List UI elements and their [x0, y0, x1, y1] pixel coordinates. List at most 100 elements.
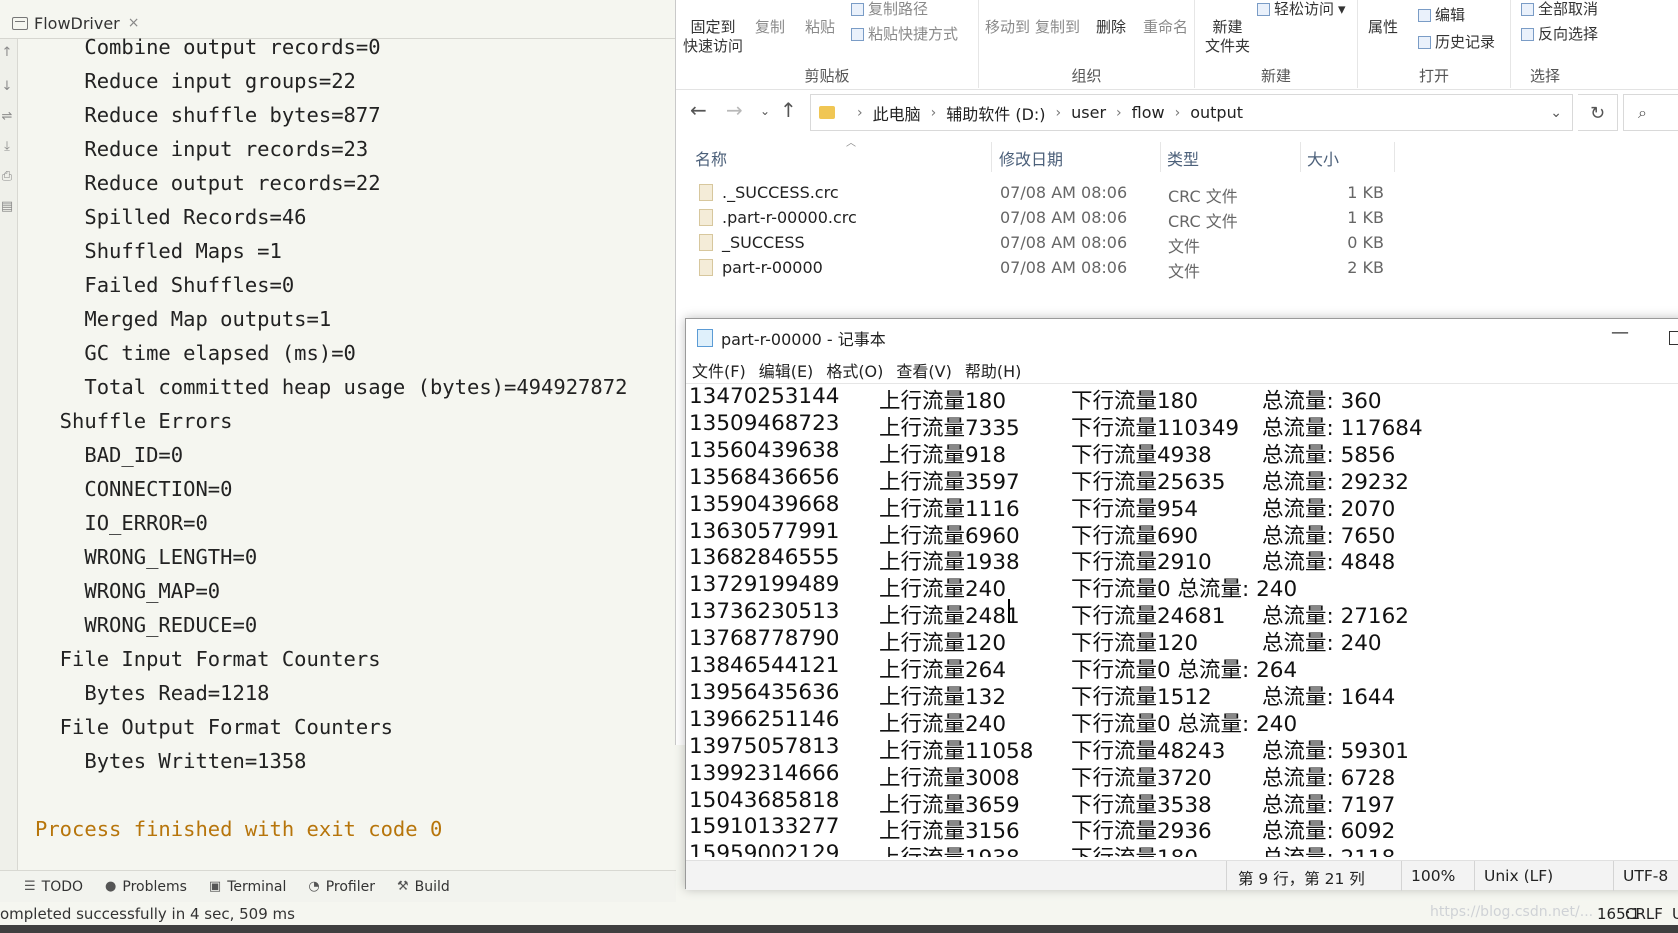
select-group: 全部取消 反向选择 选择 — [1511, 0, 1678, 88]
clipboard-group-label: 剪贴板 — [804, 67, 850, 85]
rename-button[interactable]: 重命名 — [1143, 18, 1188, 37]
scroll-to-end-icon[interactable]: ⤓ — [0, 139, 14, 154]
menu-item-4[interactable]: 帮助(H) — [965, 358, 1022, 382]
copy-to-button[interactable]: 复制到 — [1035, 18, 1080, 37]
file-row[interactable]: part-r-00000 07/08 AM 08:06 文件 2 KB — [676, 255, 1678, 281]
down-arrow-icon[interactable]: ↓ — [0, 79, 14, 94]
up-arrow-icon[interactable]: ↑ — [780, 98, 797, 122]
tool-window-terminal[interactable]: ▣ Terminal — [209, 879, 286, 895]
soft-wrap-icon[interactable]: ⇌ — [0, 109, 14, 124]
notepad-icon — [697, 329, 713, 347]
line-separator[interactable]: CRLF — [1625, 902, 1663, 926]
breadcrumb-3[interactable]: flow — [1132, 103, 1165, 122]
breadcrumb-0[interactable]: 此电脑 — [873, 101, 921, 125]
chevron-right-icon[interactable]: › — [931, 105, 937, 121]
delete-button[interactable]: 删除 — [1096, 18, 1126, 37]
recent-chevron-icon[interactable]: ⌄ — [760, 104, 770, 118]
paste-button[interactable]: 粘贴 — [805, 18, 835, 37]
address-bar[interactable]: › 此电脑 › 辅助软件 (D:) › user › flow › output ⌄ — [810, 94, 1573, 131]
file-type: 文件 — [1168, 262, 1201, 281]
console-line: Reduce output records=22 — [35, 171, 381, 195]
back-arrow-icon[interactable]: ← — [690, 98, 707, 122]
file-size: 1 KB — [1347, 208, 1384, 227]
phone-number: 15910133277 — [689, 814, 840, 840]
tool-window-label: TODO — [41, 878, 84, 895]
console-toolbar: ↑ ↓ ⇌ ⤓ ⎙ ▤ — [0, 39, 18, 870]
chevron-right-icon[interactable]: › — [1116, 105, 1122, 121]
paste-shortcut-button[interactable]: 粘贴快捷方式 — [851, 25, 958, 44]
menu-item-3[interactable]: 查看(V) — [896, 358, 951, 382]
menu-item-2[interactable]: 格式(O) — [826, 358, 883, 382]
copy-path-button[interactable]: 复制路径 — [851, 0, 928, 19]
column-name[interactable]: 名称 — [695, 146, 727, 170]
phone-number: 13768778790 — [689, 626, 840, 652]
column-divider — [1394, 142, 1395, 172]
file-row[interactable]: _SUCCESS 07/08 AM 08:06 文件 0 KB — [676, 230, 1678, 256]
console-line: Bytes Written=1358 — [35, 749, 307, 773]
encoding-indicator[interactable]: U — [1672, 902, 1678, 926]
phone-number: 13956435636 — [689, 679, 840, 705]
chevron-down-icon[interactable]: ⌄ — [1550, 105, 1562, 121]
easy-access-button[interactable]: 轻松访问 ▾ — [1257, 0, 1346, 19]
close-icon[interactable]: × — [128, 15, 140, 31]
file-icon — [699, 259, 713, 276]
tool-window-build[interactable]: ⚒ Build — [397, 879, 450, 895]
properties-button[interactable]: 属性 — [1368, 18, 1398, 37]
text-line: 15910133277 上行流量3156 下行流量2936 总流量: 6092 — [689, 814, 1678, 844]
move-to-button[interactable]: 移动到 — [985, 18, 1030, 37]
minimize-icon[interactable]: — — [1611, 322, 1629, 343]
file-row[interactable]: ._SUCCESS.crc 07/08 AM 08:06 CRC 文件 1 KB — [676, 180, 1678, 206]
text-line: 15043685818 上行流量3659 下行流量3538 总流量: 7197 — [689, 788, 1678, 818]
text-line: 13975057813 上行流量11058 下行流量48243 总流量: 59301 — [689, 734, 1678, 764]
breadcrumb-1[interactable]: 辅助软件 (D:) — [946, 101, 1045, 125]
print-icon[interactable]: ⎙ — [0, 169, 14, 184]
new-folder-label-line2: 文件夹 — [1205, 37, 1251, 55]
folder-icon — [819, 106, 835, 119]
phone-number: 13736230513 — [689, 599, 840, 625]
tool-window-problems[interactable]: ● Problems — [105, 879, 187, 895]
text-line: 13560439638 上行流量918 下行流量4938 总流量: 5856 — [689, 438, 1678, 468]
copy-button[interactable]: 复制 — [755, 18, 785, 37]
column-size[interactable]: 大小 — [1307, 146, 1339, 170]
forward-arrow-icon[interactable]: → — [726, 98, 743, 122]
run-console-output[interactable]: Combine output records=0 Reduce input gr… — [35, 30, 627, 846]
watermark: https://blog.csdn.net/... — [1430, 904, 1594, 920]
history-label: 历史记录 — [1435, 33, 1496, 51]
notepad-title-bar[interactable]: part-r-00000 - 记事本 — — [686, 319, 1678, 357]
invert-selection-button[interactable]: 反向选择 — [1521, 25, 1598, 44]
sort-ascending-icon: ︿ — [846, 138, 856, 149]
phone-number: 13966251146 — [689, 706, 840, 732]
menu-item-1[interactable]: 编辑(E) — [759, 358, 814, 382]
chevron-right-icon[interactable]: › — [857, 105, 863, 121]
edit-button[interactable]: 编辑 — [1418, 6, 1465, 25]
console-line: GC time elapsed (ms)=0 — [35, 341, 356, 365]
ide-status-message: ompleted successfully in 4 sec, 509 ms — [0, 905, 295, 923]
up-arrow-icon[interactable]: ↑ — [0, 45, 14, 60]
history-button[interactable]: 历史记录 — [1418, 33, 1495, 52]
file-size: 0 KB — [1347, 233, 1384, 252]
new-folder-button[interactable]: 新建 文件夹 — [1205, 18, 1250, 56]
breadcrumb-4[interactable]: output — [1190, 103, 1243, 122]
console-line: File Input Format Counters — [35, 647, 381, 671]
phone-number: 13729199489 — [689, 572, 840, 598]
tool-window-todo[interactable]: ☰ TODO — [24, 879, 83, 895]
chevron-right-icon[interactable]: › — [1175, 105, 1181, 121]
chevron-right-icon[interactable]: › — [1056, 105, 1062, 121]
column-type[interactable]: 类型 — [1167, 146, 1199, 170]
tool-window-profiler[interactable]: ◔ Profiler — [308, 879, 375, 895]
file-row[interactable]: .part-r-00000.crc 07/08 AM 08:06 CRC 文件 1 K… — [676, 205, 1678, 231]
text-line: 13966251146 上行流量240 下行流量0 总流量: 240 — [689, 706, 1678, 737]
search-input[interactable]: ⌕ — [1623, 94, 1678, 131]
pin-to-quick-access-button[interactable]: 固定到 快速访问 — [683, 18, 743, 56]
menu-item-0[interactable]: 文件(F) — [692, 358, 746, 382]
column-date[interactable]: 修改日期 — [999, 146, 1063, 170]
select-none-button[interactable]: 全部取消 — [1521, 0, 1598, 19]
refresh-icon[interactable]: ↻ — [1578, 94, 1618, 131]
notepad-text-area[interactable]: 13470253144 上行流量180 下行流量180 总流量: 360 1350946… — [686, 383, 1678, 857]
invert-selection-icon — [1521, 28, 1534, 41]
maximize-icon[interactable] — [1669, 331, 1678, 345]
trash-icon[interactable]: ▤ — [0, 199, 14, 214]
console-line: Reduce input records=23 — [35, 137, 369, 161]
breadcrumb-2[interactable]: user — [1071, 103, 1106, 122]
